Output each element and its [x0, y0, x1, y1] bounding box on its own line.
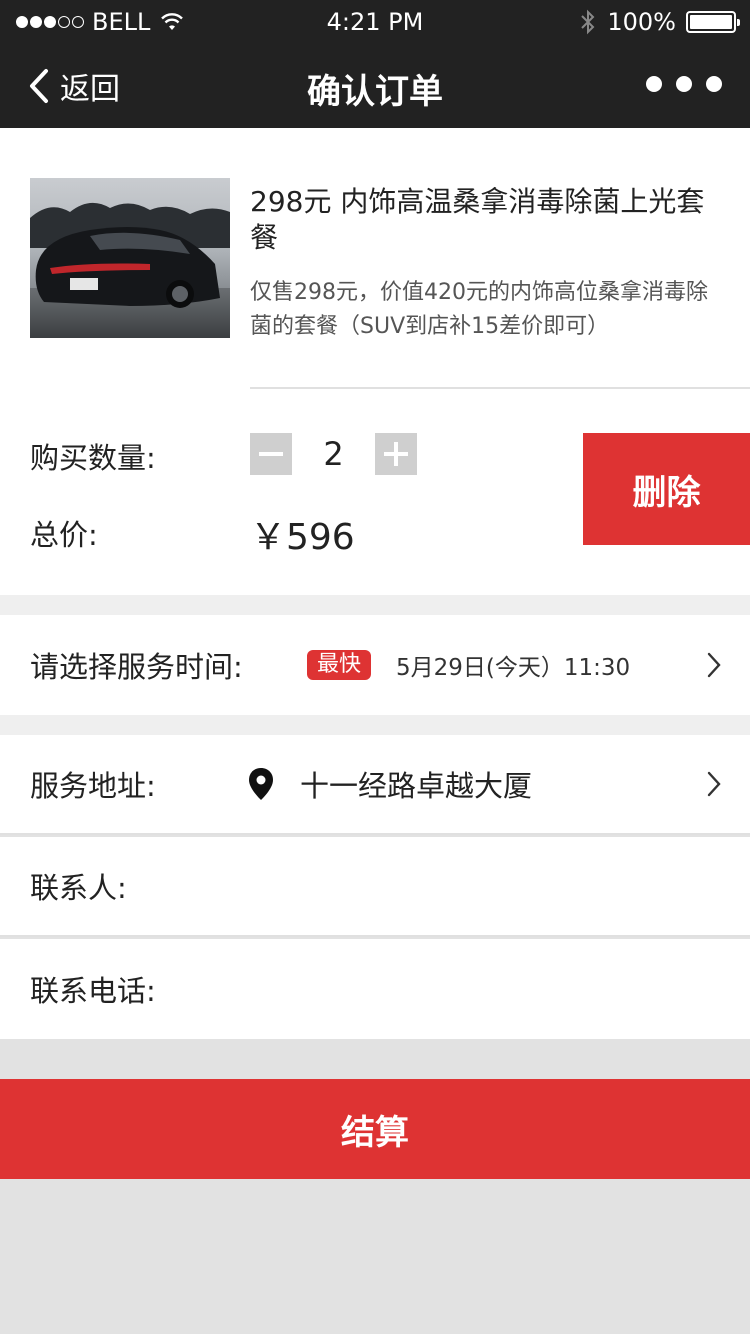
section-separator — [0, 595, 750, 615]
contact-name-label: 联系人: — [30, 871, 127, 905]
battery-icon — [686, 11, 740, 33]
battery-percent: 100% — [607, 8, 676, 36]
back-button[interactable]: 返回 — [28, 64, 120, 108]
service-address-row[interactable]: 服务地址: 十一经路卓越大厦 — [0, 735, 750, 835]
more-dots-icon — [646, 76, 662, 92]
service-time-row[interactable]: 请选择服务时间: 最快 5月29日(今天）11:30 — [0, 615, 750, 715]
fastest-badge: 最快 — [307, 650, 372, 680]
quantity-label: 购买数量: — [30, 441, 156, 475]
contact-name-field[interactable]: 联系人: — [0, 837, 750, 937]
total-label: 总价: — [30, 518, 98, 552]
quantity-increase-button[interactable] — [375, 433, 417, 475]
contact-phone-label: 联系电话: — [30, 974, 156, 1008]
quantity-decrease-button[interactable] — [250, 433, 292, 475]
bluetooth-icon — [581, 9, 595, 35]
status-right: 100% — [579, 8, 740, 36]
divider — [250, 387, 750, 389]
status-bar: BELL 4:21 PM 100% — [0, 0, 750, 46]
chevron-right-icon — [707, 652, 721, 678]
contact-phone-field[interactable]: 联系电话: — [0, 939, 750, 1039]
product-description: 仅售298元，价值420元的内饰高位桑拿消毒除菌的套餐（SUV到店补15差价即可… — [250, 280, 708, 339]
back-label: 返回 — [60, 72, 120, 107]
section-separator — [0, 715, 750, 735]
quantity-value: 2 — [323, 435, 344, 473]
chevron-right-icon — [707, 771, 721, 797]
location-pin-icon — [249, 768, 273, 800]
service-address-label: 服务地址: — [30, 769, 156, 803]
service-time-label: 请选择服务时间: — [30, 650, 243, 684]
total-price: ￥596 — [250, 517, 355, 558]
chevron-left-icon — [30, 69, 48, 103]
service-time-value: 5月29日(今天）11:30 — [396, 655, 631, 681]
product-image — [30, 178, 230, 338]
checkout-button[interactable]: 结算 — [0, 1079, 750, 1179]
more-button[interactable] — [646, 76, 722, 92]
nav-bar: 返回 确认订单 — [0, 46, 750, 128]
product-title: 298元 内饰高温桑拿消毒除菌上光套餐 — [250, 185, 705, 254]
car-photo-illustration — [30, 178, 230, 338]
order-card: 298元 内饰高温桑拿消毒除菌上光套餐 仅售298元，价值420元的内饰高位桑拿… — [0, 128, 750, 595]
delete-button[interactable]: 删除 — [583, 433, 750, 545]
service-address-value: 十一经路卓越大厦 — [300, 769, 533, 803]
